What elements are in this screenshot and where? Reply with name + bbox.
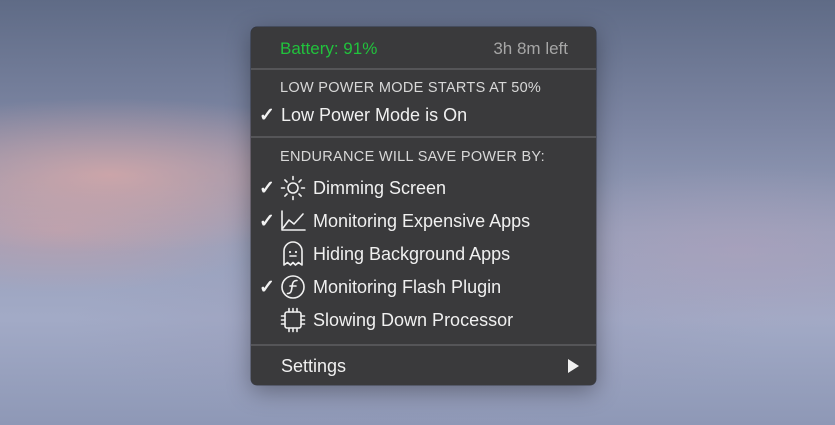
monitoring-flash-plugin-label: Monitoring Flash Plugin: [313, 276, 502, 297]
endurance-section-title: ENDURANCE WILL SAVE POWER BY:: [280, 149, 545, 165]
checkmark-icon: ✓: [259, 276, 275, 298]
sun-icon: [279, 174, 307, 202]
monitoring-expensive-apps-item[interactable]: ✓ Monitoring Expensive Apps: [251, 206, 596, 236]
dimming-screen-item[interactable]: ✓ Dimming Screen: [251, 173, 596, 203]
slowing-down-processor-label: Slowing Down Processor: [313, 309, 514, 330]
processor-icon: [279, 306, 307, 334]
checkmark-icon: ✓: [259, 177, 275, 199]
time-remaining: 3h 8m left: [493, 39, 568, 58]
dimming-screen-label: Dimming Screen: [313, 177, 447, 198]
chart-icon: [279, 207, 307, 235]
settings-label: Settings: [281, 355, 347, 376]
battery-percentage: Battery: 91%: [280, 39, 378, 58]
battery-status-row: Battery: 91% 3h 8m left: [251, 34, 596, 64]
low-power-mode-item[interactable]: ✓ Low Power Mode is On: [251, 100, 596, 130]
settings-menu-item[interactable]: Settings: [251, 351, 596, 381]
checkmark-icon: ✓: [259, 104, 275, 126]
endurance-menu: Battery: 91% 3h 8m left LOW POWER MODE S…: [251, 27, 596, 385]
flash-plugin-icon: [279, 273, 307, 301]
submenu-arrow-icon: [568, 359, 579, 373]
monitoring-expensive-apps-label: Monitoring Expensive Apps: [313, 210, 531, 231]
low-power-section-title: LOW POWER MODE STARTS AT 50%: [280, 80, 542, 96]
checkmark-icon: ✓: [259, 210, 275, 232]
hiding-background-apps-item[interactable]: Hiding Background Apps: [251, 239, 596, 269]
monitoring-flash-plugin-item[interactable]: ✓ Monitoring Flash Plugin: [251, 272, 596, 302]
slowing-down-processor-item[interactable]: Slowing Down Processor: [251, 305, 596, 335]
ghost-icon: [279, 240, 307, 268]
hiding-background-apps-label: Hiding Background Apps: [313, 243, 511, 264]
low-power-mode-label: Low Power Mode is On: [281, 104, 468, 125]
separator: [251, 344, 596, 346]
separator: [251, 136, 596, 138]
separator: [251, 68, 596, 70]
